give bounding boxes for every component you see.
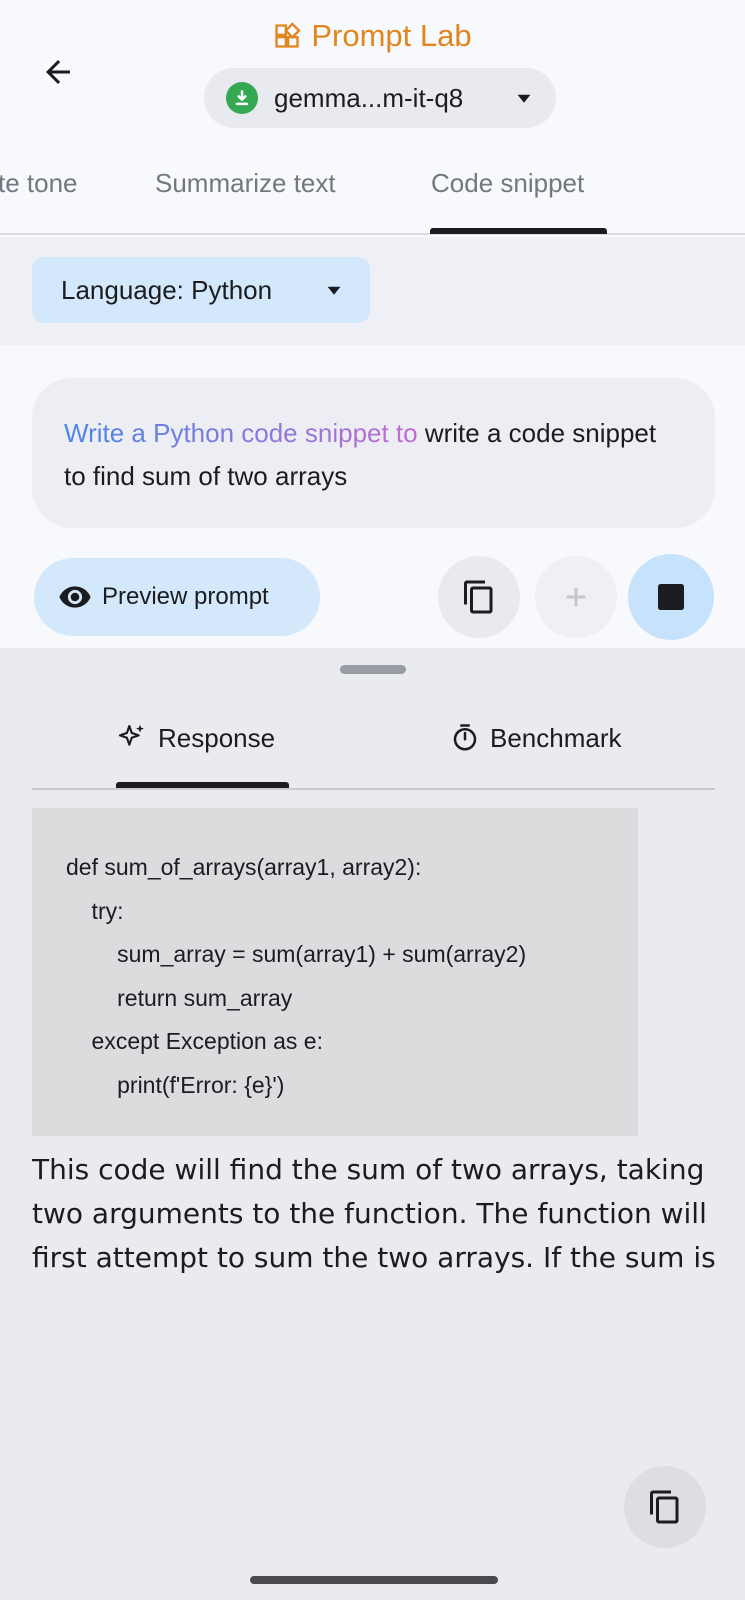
stop-button[interactable] <box>628 554 714 640</box>
code-block: def sum_of_arrays(array1, array2): try: … <box>32 808 638 1136</box>
copy-response-button[interactable] <box>624 1466 706 1548</box>
stop-icon <box>658 584 684 610</box>
prompt-input[interactable]: Write a Python code snippet to write a c… <box>32 378 715 528</box>
timer-icon <box>453 724 477 751</box>
tab-indicator <box>430 228 607 234</box>
tab-tone[interactable]: te tone <box>0 168 78 199</box>
widgets-icon <box>275 22 302 48</box>
sparkle-icon <box>118 724 144 746</box>
model-selector[interactable]: gemma...m-it-q8 <box>204 68 556 128</box>
language-label: Language: Python <box>61 274 273 305</box>
tab-summarize-text[interactable]: Summarize text <box>155 168 336 199</box>
task-tabs: te tone Summarize text Code snippet <box>0 150 745 235</box>
add-button[interactable] <box>535 556 617 638</box>
copy-icon <box>650 1490 679 1524</box>
result-tabs: Response Benchmark <box>32 708 715 790</box>
result-tab-indicator <box>116 782 289 788</box>
dropdown-arrow-icon <box>327 286 341 295</box>
preview-prompt-label: Preview prompt <box>102 583 269 610</box>
app-title-text: Prompt Lab <box>311 18 472 53</box>
drag-handle[interactable] <box>340 665 406 674</box>
app-title: Prompt Lab <box>0 14 745 58</box>
prompt-prefix: Write a Python code snippet to <box>64 418 418 448</box>
plus-icon <box>566 587 586 607</box>
copy-prompt-button[interactable] <box>438 556 520 638</box>
tab-benchmark[interactable]: Benchmark <box>450 708 622 768</box>
download-done-icon <box>226 82 258 114</box>
response-text: This code will find the sum of two array… <box>32 1153 716 1274</box>
language-dropdown[interactable]: Language: Python <box>32 257 370 323</box>
eye-icon <box>59 586 91 608</box>
tab-code-snippet[interactable]: Code snippet <box>431 168 584 199</box>
preview-prompt-button[interactable]: Preview prompt <box>34 558 320 636</box>
copy-icon <box>464 580 493 614</box>
arrow-back-icon <box>46 60 70 84</box>
tab-response[interactable]: Response <box>116 708 275 768</box>
language-section: Language: Python <box>0 237 745 345</box>
dropdown-arrow-icon <box>517 94 531 103</box>
home-indicator[interactable] <box>250 1576 498 1584</box>
response-sheet: Response Benchmark def sum_of_arrays(arr… <box>0 648 745 1600</box>
top-area: Prompt Lab gemma...m-it-q8 te tone Summa… <box>0 0 745 235</box>
model-name: gemma...m-it-q8 <box>274 82 464 113</box>
tab-response-label: Response <box>158 722 276 753</box>
tab-benchmark-label: Benchmark <box>490 722 622 753</box>
